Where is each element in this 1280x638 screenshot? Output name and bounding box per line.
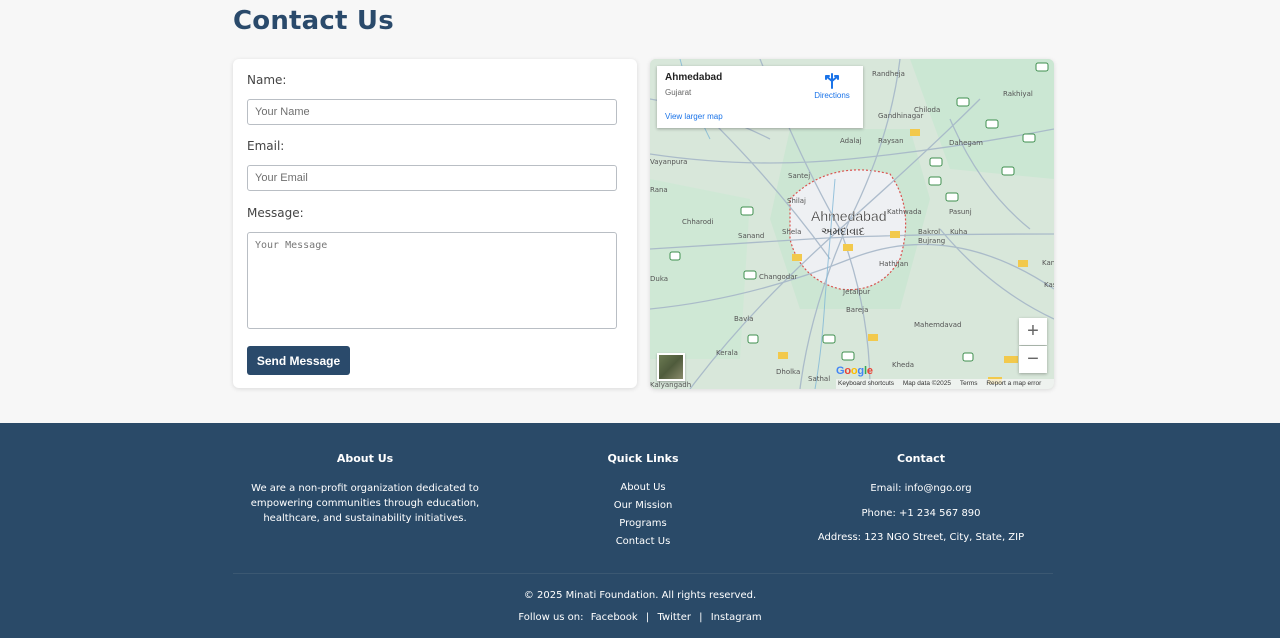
report-map-error-link[interactable]: Report a map error — [986, 380, 1041, 387]
map-region: Gujarat — [665, 88, 692, 97]
name-input[interactable] — [247, 99, 617, 125]
svg-text:Shilaj: Shilaj — [787, 197, 806, 205]
map-place-name: Ahmedabad — [665, 72, 723, 83]
map-info-card: Ahmedabad Gujarat View larger map Direct… — [657, 66, 863, 128]
page-title: Contact Us — [233, 6, 394, 36]
svg-text:Vayanpura: Vayanpura — [650, 158, 687, 166]
map-city-label-local: અમદાવાદ — [821, 225, 865, 238]
svg-text:Bakrol: Bakrol — [918, 228, 940, 236]
svg-text:Chharodi: Chharodi — [682, 218, 714, 226]
message-label: Message: — [247, 206, 304, 220]
google-logo: Google — [836, 365, 873, 377]
svg-text:Kuha: Kuha — [950, 228, 967, 236]
instagram-link[interactable]: Instagram — [711, 612, 762, 623]
send-message-button[interactable]: Send Message — [247, 346, 350, 375]
svg-text:Pasunj: Pasunj — [949, 208, 972, 216]
svg-text:Duka: Duka — [650, 275, 668, 283]
social-links: Follow us on: Facebook | Twitter | Insta… — [0, 612, 1280, 623]
svg-text:Adalaj: Adalaj — [840, 137, 862, 145]
svg-text:Kerala: Kerala — [716, 349, 738, 357]
keyboard-shortcuts-link[interactable]: Keyboard shortcuts — [838, 380, 894, 387]
zoom-in-button[interactable]: + — [1019, 318, 1047, 345]
twitter-link[interactable]: Twitter — [657, 612, 691, 623]
name-label: Name: — [247, 73, 287, 87]
svg-text:Bujrang: Bujrang — [918, 237, 945, 245]
svg-text:Rakhiyal: Rakhiyal — [1003, 90, 1033, 98]
directions-label: Directions — [814, 91, 850, 100]
map-embed[interactable]: Randheja Gandhinagar Chiloda Rakhiyal Ad… — [650, 59, 1054, 389]
svg-text:Kani: Kani — [1042, 259, 1054, 267]
minus-icon: − — [1027, 348, 1039, 370]
footer-quick-links-title: Quick Links — [607, 452, 679, 465]
footer-link-contact-us[interactable]: Contact Us — [543, 536, 743, 547]
footer-link-about-us[interactable]: About Us — [543, 482, 743, 493]
svg-text:Jetalpur: Jetalpur — [842, 288, 870, 296]
svg-text:Mahemdavad: Mahemdavad — [914, 321, 962, 329]
terms-link[interactable]: Terms — [960, 380, 978, 387]
svg-text:Santej: Santej — [788, 172, 810, 180]
svg-text:Dholka: Dholka — [776, 368, 800, 376]
footer-contact-phone: Phone: +1 234 567 890 — [861, 508, 981, 519]
svg-text:Randheja: Randheja — [872, 70, 905, 78]
copyright-text: © 2025 Minati Foundation. All rights res… — [523, 590, 757, 601]
email-label: Email: — [247, 139, 285, 153]
site-footer: About Us We are a non-profit organizatio… — [0, 423, 1280, 638]
footer-about-line: healthcare, and sustainability initiativ… — [263, 513, 467, 524]
plus-icon: + — [1027, 320, 1039, 342]
svg-text:Bavla: Bavla — [734, 315, 753, 323]
svg-text:Shela: Shela — [782, 228, 801, 236]
footer-about-title: About Us — [336, 452, 394, 465]
footer-about-text: We are a non-profit organization dedicat… — [215, 481, 515, 526]
footer-contact-email: Email: info@ngo.org — [870, 483, 972, 494]
follow-label: Follow us on: — [518, 612, 584, 623]
directions-icon — [825, 73, 839, 89]
view-larger-map-link[interactable]: View larger map — [665, 112, 723, 121]
zoom-out-button[interactable]: − — [1019, 346, 1047, 373]
svg-text:Changodar: Changodar — [759, 273, 798, 281]
satellite-toggle[interactable] — [657, 353, 685, 381]
svg-text:Chiloda: Chiloda — [914, 106, 940, 114]
footer-link-our-mission[interactable]: Our Mission — [543, 500, 743, 511]
svg-text:Raysan: Raysan — [878, 137, 904, 145]
message-textarea[interactable] — [247, 232, 617, 329]
footer-divider — [233, 573, 1053, 574]
footer-about-line: We are a non-profit organization dedicat… — [251, 483, 479, 494]
svg-text:Sathal: Sathal — [808, 375, 830, 383]
social-separator: | — [645, 612, 650, 623]
footer-about-line: empowering communities through education… — [250, 498, 480, 509]
svg-text:Sanand: Sanand — [738, 232, 764, 240]
footer-link-programs[interactable]: Programs — [543, 518, 743, 529]
map-data-text: Map data ©2025 — [902, 380, 951, 387]
svg-text:Bareja: Bareja — [846, 306, 868, 314]
directions-button[interactable]: Directions — [807, 72, 857, 104]
svg-text:Kasa: Kasa — [1044, 281, 1054, 289]
facebook-link[interactable]: Facebook — [591, 612, 638, 623]
email-input[interactable] — [247, 165, 617, 191]
social-separator: | — [699, 612, 703, 623]
svg-text:Kheda: Kheda — [892, 361, 914, 369]
contact-form: Name: Email: Message: Send Message — [233, 59, 637, 388]
svg-text:Kalyangadh: Kalyangadh — [650, 381, 691, 389]
map-city-label: Ahmedabad — [811, 208, 887, 224]
svg-text:Dahegam: Dahegam — [949, 139, 983, 147]
svg-text:Rana: Rana — [650, 186, 668, 194]
map-attribution: Keyboard shortcuts Map data ©2025 Terms … — [836, 379, 1054, 389]
svg-text:Hathijan: Hathijan — [879, 260, 908, 268]
footer-contact-address: Address: 123 NGO Street, City, State, ZI… — [817, 532, 1025, 543]
footer-contact-title: Contact — [897, 452, 945, 465]
svg-text:Kathwada: Kathwada — [887, 208, 922, 216]
